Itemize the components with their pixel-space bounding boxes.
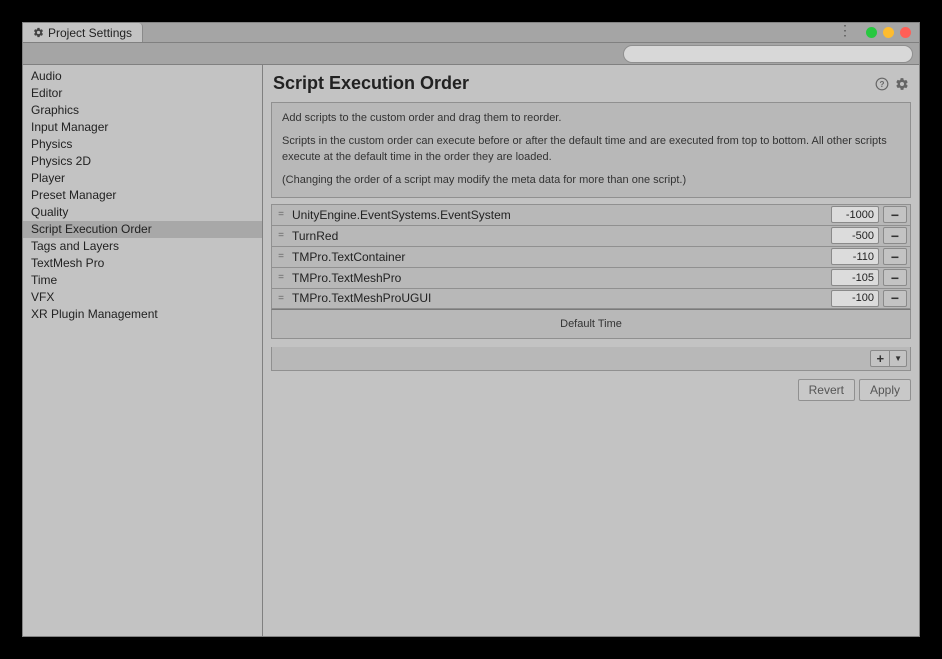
- tab-title: Project Settings: [48, 26, 132, 40]
- default-time-row: Default Time: [271, 309, 911, 339]
- apply-button[interactable]: Apply: [859, 379, 911, 401]
- info-text-1: Add scripts to the custom order and drag…: [282, 111, 900, 126]
- script-order-input[interactable]: [831, 227, 879, 244]
- toolbar: [23, 43, 919, 65]
- sidebar-item-tags-and-layers[interactable]: Tags and Layers: [23, 238, 262, 255]
- revert-button[interactable]: Revert: [798, 379, 855, 401]
- info-box: Add scripts to the custom order and drag…: [271, 102, 911, 198]
- content: AudioEditorGraphicsInput ManagerPhysicsP…: [23, 65, 919, 636]
- sidebar-item-audio[interactable]: Audio: [23, 68, 262, 85]
- remove-script-button[interactable]: −: [883, 227, 907, 244]
- script-row[interactable]: =TurnRed −: [271, 225, 911, 246]
- script-name: TMPro.TextMeshProUGUI: [290, 291, 831, 305]
- sidebar-item-time[interactable]: Time: [23, 272, 262, 289]
- svg-text:?: ?: [880, 79, 885, 88]
- window-controls: [858, 23, 919, 42]
- script-order-input[interactable]: [831, 206, 879, 223]
- tab-project-settings[interactable]: Project Settings: [23, 23, 143, 42]
- script-name: UnityEngine.EventSystems.EventSystem: [290, 208, 831, 222]
- sidebar-item-physics[interactable]: Physics: [23, 136, 262, 153]
- add-script-button[interactable]: + ▼: [870, 350, 907, 367]
- sidebar-item-script-execution-order[interactable]: Script Execution Order: [23, 221, 262, 238]
- script-list: =UnityEngine.EventSystems.EventSystem−=T…: [271, 204, 911, 309]
- main-header: Script Execution Order ?: [271, 71, 911, 102]
- sidebar-item-textmesh-pro[interactable]: TextMesh Pro: [23, 255, 262, 272]
- sidebar-item-input-manager[interactable]: Input Manager: [23, 119, 262, 136]
- minimize-button[interactable]: [883, 27, 894, 38]
- project-settings-window: Project Settings ⋮ AudioEditorGraphicsIn…: [22, 22, 920, 637]
- remove-script-button[interactable]: −: [883, 290, 907, 307]
- script-row[interactable]: =TMPro.TextContainer −: [271, 246, 911, 267]
- sidebar-item-player[interactable]: Player: [23, 170, 262, 187]
- sidebar: AudioEditorGraphicsInput ManagerPhysicsP…: [23, 65, 263, 636]
- script-row[interactable]: =TMPro.TextMeshProUGUI −: [271, 288, 911, 309]
- titlebar-spacer: [143, 23, 832, 42]
- drag-handle-icon[interactable]: =: [272, 272, 290, 283]
- sidebar-item-editor[interactable]: Editor: [23, 85, 262, 102]
- sidebar-item-preset-manager[interactable]: Preset Manager: [23, 187, 262, 204]
- drag-handle-icon[interactable]: =: [272, 209, 290, 220]
- remove-script-button[interactable]: −: [883, 248, 907, 265]
- drag-handle-icon[interactable]: =: [272, 293, 290, 304]
- script-order-input[interactable]: [831, 290, 879, 307]
- plus-icon: +: [871, 351, 890, 366]
- sidebar-item-xr-plugin-management[interactable]: XR Plugin Management: [23, 306, 262, 323]
- script-row[interactable]: =TMPro.TextMeshPro −: [271, 267, 911, 288]
- info-text-2: Scripts in the custom order can execute …: [282, 134, 900, 165]
- help-icon[interactable]: ?: [875, 77, 889, 91]
- window-menu-button[interactable]: ⋮: [832, 23, 858, 42]
- search-input[interactable]: [623, 45, 913, 63]
- remove-script-button[interactable]: −: [883, 206, 907, 223]
- titlebar: Project Settings ⋮: [23, 23, 919, 43]
- script-name: TMPro.TextContainer: [290, 250, 831, 264]
- remove-script-button[interactable]: −: [883, 269, 907, 286]
- sidebar-item-vfx[interactable]: VFX: [23, 289, 262, 306]
- script-order-input[interactable]: [831, 248, 879, 265]
- script-name: TurnRed: [290, 229, 831, 243]
- script-name: TMPro.TextMeshPro: [290, 271, 831, 285]
- maximize-button[interactable]: [866, 27, 877, 38]
- close-button[interactable]: [900, 27, 911, 38]
- search-wrap: [623, 44, 913, 63]
- add-row: + ▼: [271, 347, 911, 371]
- dropdown-caret-icon: ▼: [890, 354, 906, 363]
- sidebar-item-graphics[interactable]: Graphics: [23, 102, 262, 119]
- main-panel: Script Execution Order ? Add scripts to …: [263, 65, 919, 636]
- gear-icon: [33, 27, 44, 38]
- header-icons: ?: [875, 77, 909, 91]
- sidebar-item-quality[interactable]: Quality: [23, 204, 262, 221]
- settings-icon[interactable]: [895, 77, 909, 91]
- info-text-3: (Changing the order of a script may modi…: [282, 173, 900, 188]
- page-title: Script Execution Order: [273, 73, 469, 94]
- script-row[interactable]: =UnityEngine.EventSystems.EventSystem −: [271, 204, 911, 225]
- script-order-input[interactable]: [831, 269, 879, 286]
- sidebar-item-physics-2d[interactable]: Physics 2D: [23, 153, 262, 170]
- footer-buttons: Revert Apply: [271, 379, 911, 401]
- drag-handle-icon[interactable]: =: [272, 230, 290, 241]
- drag-handle-icon[interactable]: =: [272, 251, 290, 262]
